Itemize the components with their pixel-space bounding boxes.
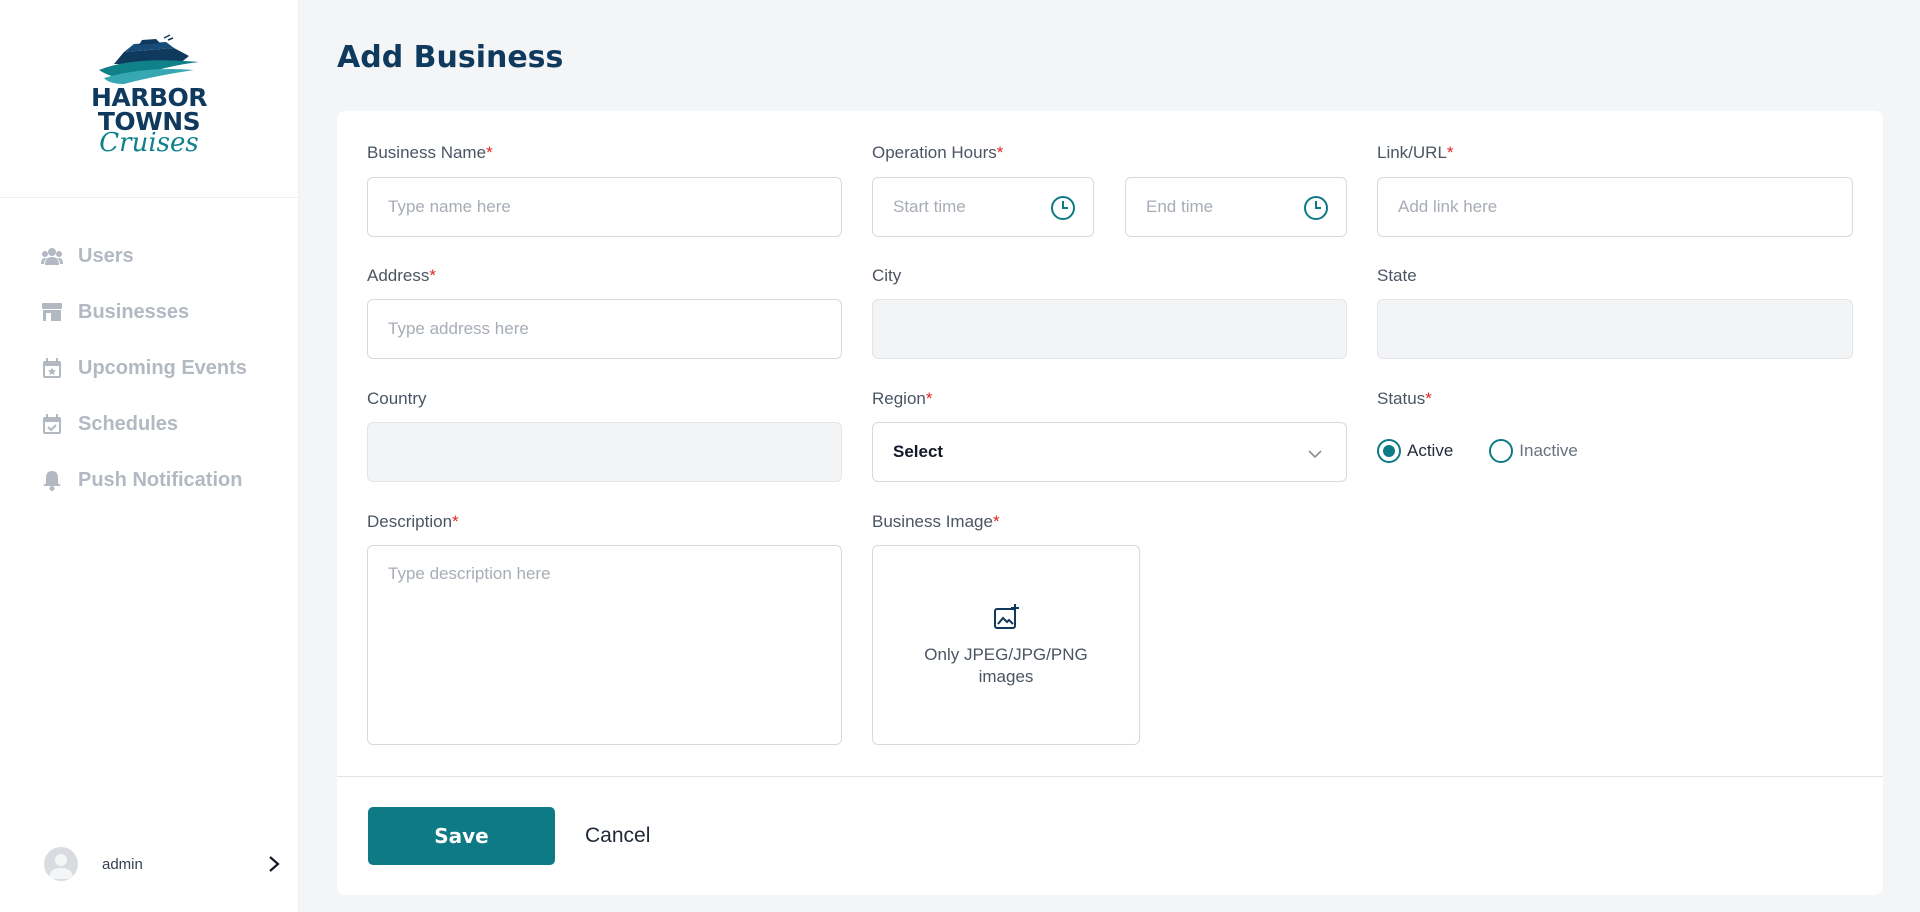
city-input bbox=[872, 299, 1347, 359]
address-label-text: Address bbox=[367, 266, 430, 285]
radio-unchecked-icon bbox=[1489, 439, 1514, 463]
sidebar-item-label: Businesses bbox=[78, 300, 190, 323]
operation-hours-label: Operation Hours* bbox=[872, 143, 1003, 163]
status-radio-active[interactable]: Active bbox=[1377, 439, 1453, 463]
form-divider bbox=[337, 776, 1883, 777]
clock-icon[interactable] bbox=[1049, 194, 1077, 222]
business-image-upload[interactable]: Only JPEG/JPG/PNG images bbox=[872, 545, 1140, 745]
logo-area: HARBOR TOWNS Cruises bbox=[0, 0, 298, 198]
user-name: admin bbox=[102, 855, 143, 873]
sidebar-item-users[interactable]: Users bbox=[0, 228, 299, 284]
city-label: City bbox=[872, 266, 902, 285]
radio-checked-icon bbox=[1377, 439, 1401, 463]
business-name-placeholder: Type name here bbox=[388, 197, 511, 216]
status-radio-group: Active Inactive bbox=[1377, 439, 1614, 463]
description-placeholder: Type description here bbox=[388, 564, 551, 583]
upload-hint: Only JPEG/JPG/PNG images bbox=[924, 645, 1088, 686]
state-input bbox=[1377, 299, 1853, 359]
business-name-input[interactable]: Type name here bbox=[367, 177, 842, 237]
required-marker: * bbox=[925, 389, 933, 408]
logo-text-harbor: HARBOR bbox=[90, 82, 208, 112]
status-option-label: Active bbox=[1407, 441, 1454, 460]
business-image-label: Business Image* bbox=[872, 512, 1000, 532]
sidebar-item-label: Push Notification bbox=[78, 468, 243, 491]
sidebar-item-push-notification[interactable]: Push Notification bbox=[0, 452, 299, 508]
address-placeholder: Type address here bbox=[388, 319, 529, 338]
sidebar-nav: Users Businesses Upcoming Events Schedul… bbox=[0, 228, 299, 508]
start-time-input[interactable]: Start time bbox=[872, 177, 1094, 237]
status-radio-inactive[interactable]: Inactive bbox=[1489, 439, 1578, 463]
country-label: Country bbox=[367, 389, 427, 408]
region-label: Region* bbox=[872, 389, 933, 409]
sidebar-item-businesses[interactable]: Businesses bbox=[0, 284, 299, 340]
start-time-placeholder: Start time bbox=[893, 197, 966, 216]
required-marker: * bbox=[996, 143, 1004, 162]
description-label-text: Description bbox=[367, 512, 453, 531]
status-option-label: Inactive bbox=[1519, 441, 1578, 460]
sidebar-item-schedules[interactable]: Schedules bbox=[0, 396, 299, 452]
chevron-down-icon bbox=[1308, 450, 1322, 459]
sidebar-item-label: Upcoming Events bbox=[78, 356, 247, 379]
users-icon bbox=[40, 244, 64, 268]
bell-icon bbox=[40, 468, 64, 492]
region-selected-value: Select bbox=[893, 442, 944, 461]
calendar-star-icon bbox=[40, 356, 64, 380]
logo-text-cruises: Cruises bbox=[99, 127, 199, 158]
country-input bbox=[367, 422, 842, 482]
page-title: Add Business bbox=[337, 40, 564, 75]
address-input[interactable]: Type address here bbox=[367, 299, 842, 359]
status-label-text: Status bbox=[1377, 389, 1426, 408]
add-business-form: Business Name* Type name here Operation … bbox=[337, 111, 1883, 895]
operation-hours-label-text: Operation Hours bbox=[872, 143, 997, 162]
link-url-label: Link/URL* bbox=[1377, 143, 1454, 163]
state-label: State bbox=[1377, 266, 1417, 285]
required-marker: * bbox=[486, 143, 493, 162]
link-url-input[interactable]: Add link here bbox=[1377, 177, 1853, 237]
save-button[interactable]: Save bbox=[368, 807, 555, 865]
cancel-button[interactable]: Cancel bbox=[585, 807, 650, 865]
region-label-text: Region bbox=[872, 389, 926, 408]
business-name-label-text: Business Name bbox=[367, 143, 487, 162]
sidebar-item-label: Schedules bbox=[78, 412, 179, 435]
status-label: Status* bbox=[1377, 389, 1432, 409]
description-label: Description* bbox=[367, 512, 459, 532]
link-url-label-text: Link/URL bbox=[1377, 143, 1447, 162]
add-image-icon bbox=[994, 604, 1019, 629]
sidebar-item-label: Users bbox=[78, 244, 134, 267]
user-avatar-icon bbox=[49, 854, 73, 879]
link-url-placeholder: Add link here bbox=[1398, 197, 1498, 216]
required-marker: * bbox=[452, 512, 459, 531]
store-icon bbox=[40, 300, 64, 324]
business-image-label-text: Business Image bbox=[872, 512, 993, 531]
user-menu[interactable]: admin bbox=[44, 846, 284, 882]
end-time-input[interactable]: End time bbox=[1125, 177, 1347, 237]
sidebar: HARBOR TOWNS Cruises Users Businesses Up… bbox=[0, 0, 299, 912]
required-marker: * bbox=[1446, 143, 1454, 162]
end-time-placeholder: End time bbox=[1146, 197, 1214, 216]
region-select[interactable]: Select bbox=[872, 422, 1347, 482]
sidebar-item-upcoming-events[interactable]: Upcoming Events bbox=[0, 340, 299, 396]
chevron-right-icon[interactable] bbox=[264, 854, 284, 874]
required-marker: * bbox=[992, 512, 1000, 531]
calendar-check-icon bbox=[40, 412, 64, 436]
business-name-label: Business Name* bbox=[367, 143, 493, 163]
required-marker: * bbox=[1425, 389, 1432, 408]
ship-logo-icon bbox=[99, 33, 199, 84]
address-label: Address* bbox=[367, 266, 436, 286]
clock-icon[interactable] bbox=[1302, 194, 1330, 222]
required-marker: * bbox=[429, 266, 436, 285]
description-textarea[interactable]: Type description here bbox=[367, 545, 842, 745]
avatar bbox=[44, 847, 78, 881]
harbor-towns-logo[interactable]: HARBOR TOWNS Cruises bbox=[89, 33, 209, 164]
